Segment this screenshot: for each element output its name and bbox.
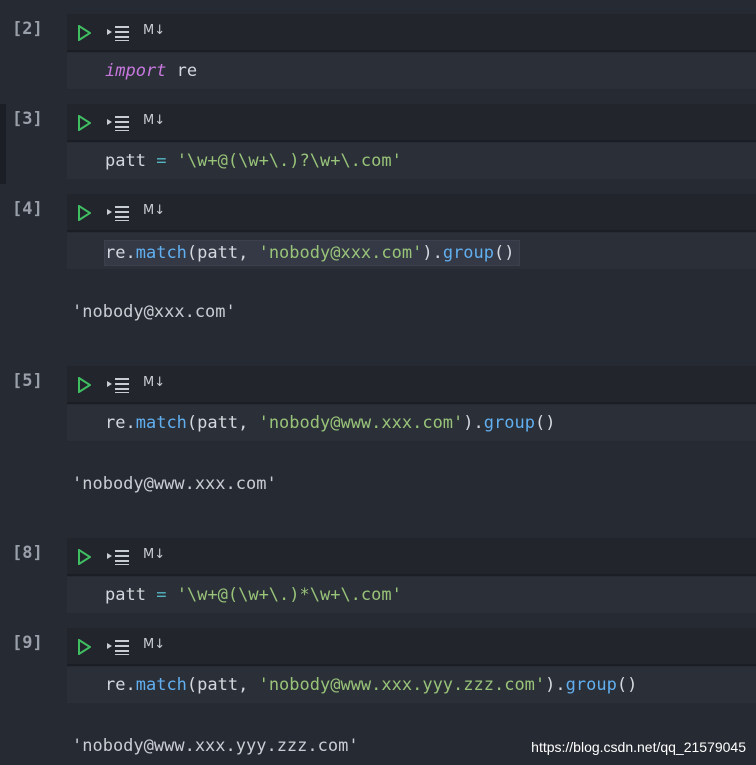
run-below-icon[interactable] <box>107 115 131 131</box>
code-line: import re <box>105 61 197 81</box>
code-line: re.match(patt, 'nobody@www.xxx.yyy.zzz.c… <box>105 675 637 695</box>
markdown-toggle-button[interactable]: M↓ <box>143 637 165 652</box>
markdown-toggle-button[interactable]: M↓ <box>143 547 165 562</box>
code-token: 'nobody@xxx.com' <box>258 243 423 263</box>
run-below-icon[interactable] <box>107 639 131 655</box>
code-token: '\w+@(\w+\.)?\w+\.com' <box>176 151 402 171</box>
execution-count: [3] <box>12 109 43 129</box>
code-token: (patt, <box>186 243 259 263</box>
execution-count: [5] <box>12 371 43 391</box>
code-token: . <box>125 243 136 263</box>
code-token: import <box>105 61 167 81</box>
code-token: re <box>166 61 198 81</box>
code-editor[interactable]: re.match(patt, 'nobody@www.xxx.yyy.zzz.c… <box>67 667 756 703</box>
markdown-toggle-button[interactable]: M↓ <box>143 113 165 128</box>
code-token: . <box>125 413 136 433</box>
code-token: () <box>494 243 515 263</box>
code-token: re <box>105 675 126 695</box>
cell-toolbar: M↓ <box>67 194 756 232</box>
run-below-icon[interactable] <box>107 377 131 393</box>
code-token: group <box>483 413 535 433</box>
code-token: group <box>565 675 617 695</box>
code-token: = <box>156 151 167 171</box>
code-token: '\w+@(\w+\.)*\w+\.com' <box>176 585 402 605</box>
code-token: patt <box>105 585 157 605</box>
code-token: () <box>616 675 638 695</box>
execution-count: [4] <box>12 199 43 219</box>
code-token: (patt, <box>186 413 259 433</box>
run-cell-icon[interactable] <box>77 377 91 393</box>
code-token: = <box>156 585 167 605</box>
code-token: () <box>534 413 556 433</box>
run-below-icon[interactable] <box>107 549 131 565</box>
code-line: re.match(patt, 'nobody@xxx.com').group() <box>104 240 520 266</box>
code-token: ). <box>463 413 484 433</box>
run-cell-icon[interactable] <box>77 115 91 131</box>
code-token: re <box>105 413 126 433</box>
code-line: re.match(patt, 'nobody@www.xxx.com').gro… <box>105 413 555 433</box>
code-editor[interactable]: patt = '\w+@(\w+\.)?\w+\.com' <box>67 143 756 179</box>
run-below-icon[interactable] <box>107 25 131 41</box>
cell-output: 'nobody@www.xxx.com' <box>72 474 277 494</box>
cell-output: 'nobody@www.xxx.yyy.zzz.com' <box>72 736 359 756</box>
run-cell-icon[interactable] <box>77 639 91 655</box>
code-token: match <box>135 413 187 433</box>
run-below-icon[interactable] <box>107 205 131 221</box>
markdown-toggle-button[interactable]: M↓ <box>143 23 165 38</box>
cell-toolbar: M↓ <box>67 366 756 404</box>
code-token: (patt, <box>186 675 259 695</box>
code-editor[interactable]: patt = '\w+@(\w+\.)*\w+\.com' <box>67 577 756 613</box>
code-editor[interactable]: import re <box>67 53 756 89</box>
run-cell-icon[interactable] <box>77 25 91 41</box>
code-token: ). <box>422 243 443 263</box>
cell-toolbar: M↓ <box>67 14 756 52</box>
cell-toolbar: M↓ <box>67 628 756 666</box>
run-cell-icon[interactable] <box>77 549 91 565</box>
code-token: . <box>125 675 136 695</box>
active-cell-marker <box>0 104 6 184</box>
code-token: match <box>135 675 187 695</box>
execution-count: [9] <box>12 633 43 653</box>
code-token: patt <box>105 151 157 171</box>
execution-count: [2] <box>12 19 43 39</box>
cell-toolbar: M↓ <box>67 538 756 576</box>
run-cell-icon[interactable] <box>77 205 91 221</box>
code-token: group <box>442 243 495 263</box>
code-line: patt = '\w+@(\w+\.)*\w+\.com' <box>105 585 402 605</box>
execution-count: [8] <box>12 543 43 563</box>
cell-output: 'nobody@xxx.com' <box>72 302 236 322</box>
cell-toolbar: M↓ <box>67 104 756 142</box>
code-token: match <box>135 243 187 263</box>
markdown-toggle-button[interactable]: M↓ <box>143 375 165 390</box>
code-token: 'nobody@www.xxx.yyy.zzz.com' <box>258 675 546 695</box>
code-token: ). <box>545 675 566 695</box>
markdown-toggle-button[interactable]: M↓ <box>143 203 165 218</box>
code-token: 'nobody@www.xxx.com' <box>258 413 464 433</box>
code-token: re <box>105 243 126 263</box>
watermark-url: https://blog.csdn.net/qq_21579045 <box>531 739 746 755</box>
code-editor[interactable]: re.match(patt, 'nobody@www.xxx.com').gro… <box>67 405 756 441</box>
code-editor[interactable]: re.match(patt, 'nobody@xxx.com').group() <box>67 233 756 269</box>
code-line: patt = '\w+@(\w+\.)?\w+\.com' <box>105 151 402 171</box>
